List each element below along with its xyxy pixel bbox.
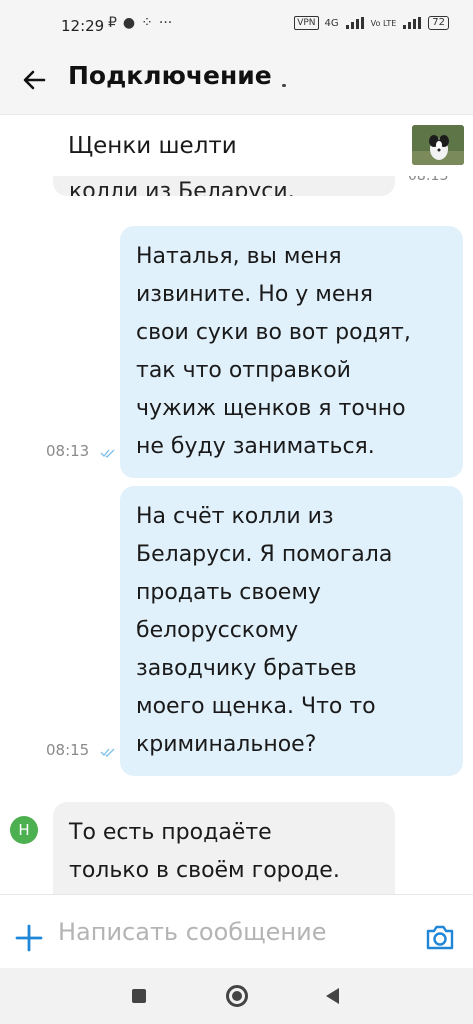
chat-area[interactable]: колли из Беларуси. 08:13 08:13 Наталья, …: [0, 176, 473, 894]
camera-icon[interactable]: [424, 922, 456, 952]
previous-message-text: колли из Беларуси.: [69, 179, 295, 196]
message-line: продать своему: [136, 580, 321, 605]
message-line: только в своём городе.: [69, 858, 340, 883]
avatar[interactable]: Н: [10, 816, 38, 844]
message-line: заводчику братьев: [136, 656, 357, 681]
home-icon[interactable]: [226, 985, 248, 1007]
previous-message-time: 08:13: [408, 176, 449, 184]
dots-notification-icon: ⁘: [141, 15, 153, 31]
app-notification-icon: ●: [122, 15, 136, 31]
chat-header: Подключение: [0, 44, 473, 114]
read-ticks-icon: [100, 449, 115, 458]
listing-thumbnail[interactable]: [412, 125, 464, 165]
previous-message-bubble: колли из Беларуси.: [53, 176, 395, 196]
outgoing-message-bubble[interactable]: На счёт колли из Беларуси. Я помогала пр…: [120, 486, 463, 776]
message-time: 08:13: [46, 442, 90, 460]
status-bar: 12:29 ₽ ● ⁘ ··· VPN 4G Vo LTE 72: [0, 0, 473, 44]
page-title[interactable]: Подключение: [68, 61, 272, 90]
plus-icon[interactable]: [14, 923, 44, 953]
message-line: криминальное?: [136, 732, 317, 757]
signal-icon-2: [403, 17, 422, 29]
message-composer: [0, 894, 473, 968]
typing-indicator: [282, 84, 286, 87]
read-ticks-icon: [100, 748, 115, 757]
system-navigation-bar: [0, 968, 473, 1024]
message-line: На счёт колли из: [136, 504, 334, 529]
payment-icon: ₽: [108, 15, 117, 31]
signal-icon: [345, 17, 364, 29]
message-line: моего щенка. Что то: [136, 694, 376, 719]
message-line: не буду заниматься.: [136, 434, 375, 459]
message-time: 08:15: [46, 741, 90, 759]
message-line: извините. Но у меня: [136, 282, 374, 307]
battery-icon: 72: [428, 16, 449, 30]
message-line: свои суки во вот родят,: [136, 320, 411, 345]
status-time: 12:29: [61, 17, 105, 35]
recent-apps-icon[interactable]: [132, 989, 146, 1003]
message-line: Наталья, вы меня: [136, 244, 342, 269]
message-line: Беларуси. Я помогала: [136, 542, 393, 567]
message-line: То есть продаёте: [69, 820, 272, 845]
network-type-label: 4G: [324, 17, 339, 29]
listing-title[interactable]: Щенки шелти: [68, 133, 237, 159]
message-line: белорусскому: [136, 618, 299, 643]
incoming-message-bubble[interactable]: То есть продаёте только в своём городе.: [53, 802, 395, 894]
message-input[interactable]: [58, 911, 398, 953]
back-triangle-icon[interactable]: [326, 988, 339, 1004]
message-line: так что отправкой: [136, 358, 351, 383]
outgoing-message-bubble[interactable]: Наталья, вы меня извините. Но у меня сво…: [120, 226, 463, 478]
vpn-icon: VPN: [294, 16, 319, 30]
back-arrow-icon[interactable]: [20, 66, 48, 94]
volte-label: Vo LTE: [370, 18, 397, 28]
puppy-photo-icon: [412, 125, 464, 165]
listing-topic-bar[interactable]: Щенки шелти: [0, 114, 473, 176]
more-notifications-icon: ···: [158, 15, 173, 31]
message-line: чужиж щенков я точно: [136, 396, 406, 421]
